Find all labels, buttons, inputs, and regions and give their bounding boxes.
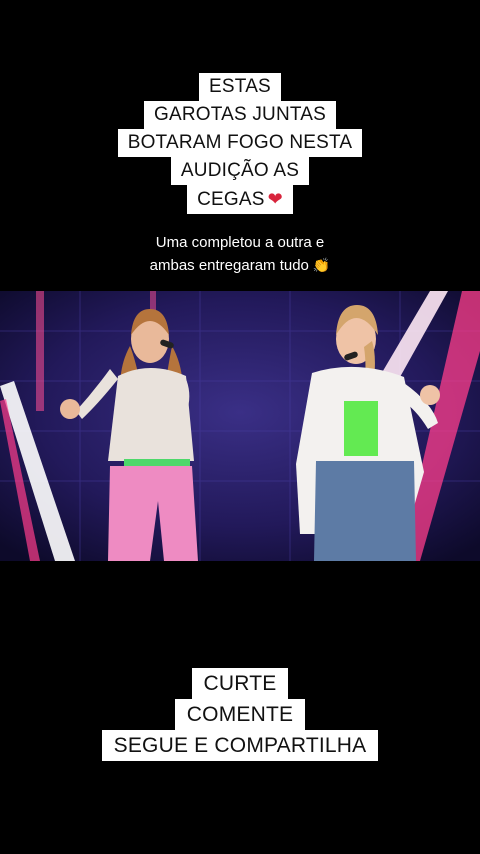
heart-on-fire-icon: ❤ [267,189,283,209]
subtitle-line-1: Uma completou a outra e [155,234,325,251]
top-caption-line-3: BOTARAM FOGO NESTA [117,129,363,157]
top-caption-line-4: AUDIÇÃO AS [170,157,310,185]
video-frame[interactable] [0,291,480,561]
subtitle: Uma completou a outra e ambas entregaram… [0,232,480,277]
stage-scene [0,291,480,561]
top-caption-line-5-wrap: CEGAS ❤ [187,185,293,214]
bottom-caption-line-1: CURTE [191,668,289,699]
top-caption-line-2: GAROTAS JUNTAS [143,101,337,129]
bottom-caption: CURTE COMENTE SEGUE E COMPARTILHA [0,668,480,761]
top-caption-line-5: CEGAS [197,189,265,210]
top-caption-line-1: ESTAS [199,73,281,101]
subtitle-line-2-wrap: ambas entregaram tudo 👏 [0,254,480,277]
bottom-caption-line-2: COMENTE [174,699,306,730]
bottom-caption-line-3: SEGUE E COMPARTILHA [101,730,379,761]
clapping-hands-icon: 👏 [312,257,331,273]
top-caption: ESTAS GAROTAS JUNTAS BOTARAM FOGO NESTA … [0,73,480,214]
subtitle-line-2: ambas entregaram tudo [149,257,309,274]
